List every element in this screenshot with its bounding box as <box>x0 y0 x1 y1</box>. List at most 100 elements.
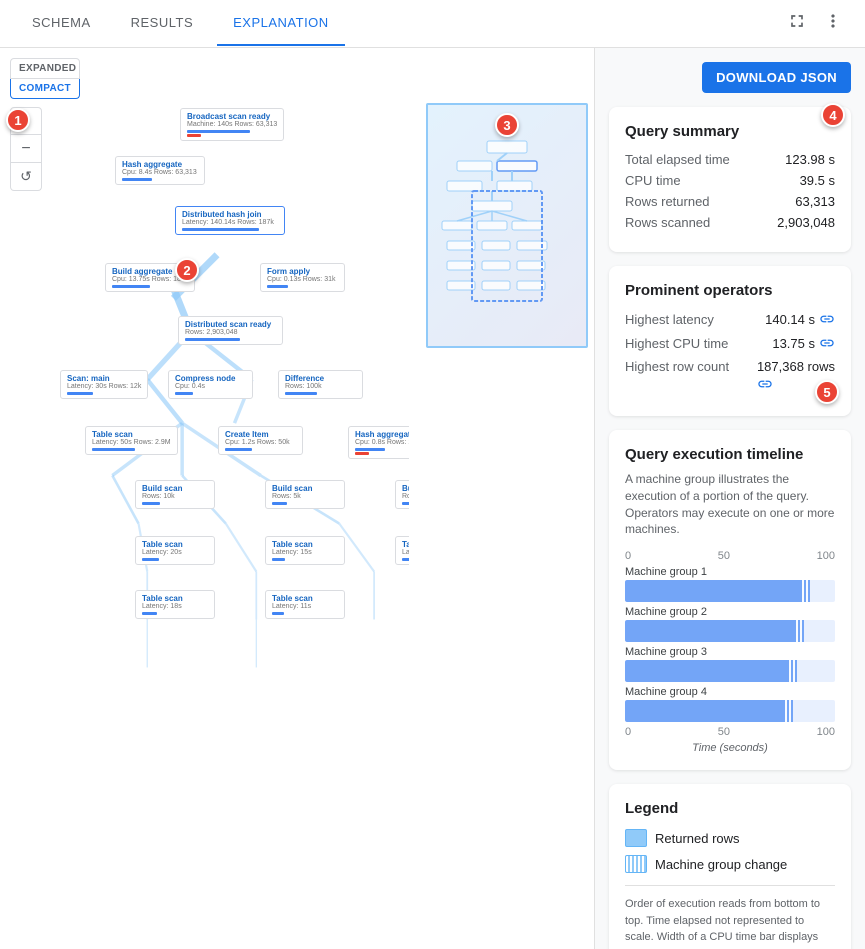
chart-axis-bottom: 0 50 100 <box>625 726 835 738</box>
tab-explanation[interactable]: EXPLANATION <box>217 1 345 46</box>
node-build-scan-2[interactable]: Build scan Rows: 5k <box>265 480 345 509</box>
node-table-scan-2[interactable]: Table scan Latency: 20s <box>135 536 215 565</box>
stat-label-3: Rows scanned <box>625 215 710 230</box>
chart-bar-label-1: Machine group 2 <box>625 606 835 618</box>
prominent-label-0: Highest latency <box>625 312 714 327</box>
annotation-4: 4 <box>821 103 845 127</box>
tabs-bar: SCHEMA RESULTS EXPLANATION <box>0 0 865 48</box>
node-dist-hash-join[interactable]: Distributed hash join Latency: 140.14s R… <box>175 206 285 235</box>
execution-timeline-title: Query execution timeline <box>625 446 835 463</box>
node-table-scan-3[interactable]: Table scan Latency: 15s <box>265 536 345 565</box>
prominent-row-2: Highest row count 187,368 rows <box>625 359 835 392</box>
stat-value-3: 2,903,048 <box>777 215 835 230</box>
prominent-row-1: Highest CPU time 13.75 s <box>625 335 835 351</box>
execution-timeline-desc: A machine group illustrates the executio… <box>625 471 835 538</box>
stat-row-2: Rows returned 63,313 <box>625 194 835 209</box>
chart-bar-fill-2 <box>625 660 797 682</box>
stat-label-1: CPU time <box>625 173 681 188</box>
node-build-scan-3[interactable]: Build scan Rows: 8k <box>395 480 409 509</box>
query-summary-card: Query summary Total elapsed time 123.98 … <box>609 107 851 252</box>
stat-value-2: 63,313 <box>795 194 835 209</box>
chart-bar-track-0 <box>625 580 835 602</box>
stat-label-2: Rows returned <box>625 194 710 209</box>
annotation-2: 2 <box>175 258 199 282</box>
main-content: 1 EXPANDED COMPACT + − ↺ 2 <box>0 48 865 949</box>
chart-bar-track-3 <box>625 700 835 722</box>
zoom-out-button[interactable]: − <box>10 135 42 163</box>
node-hash-agg-2[interactable]: Hash aggregate Cpu: 0.8s Rows: 187k <box>348 426 409 459</box>
legend-label-0: Returned rows <box>655 831 740 846</box>
chart-bar-row-2: Machine group 3 <box>625 646 835 682</box>
node-build-scan-1[interactable]: Build scan Rows: 10k <box>135 480 215 509</box>
legend-item-1: Machine group change <box>625 855 835 873</box>
node-table-scan-1[interactable]: Table scan Latency: 50s Rows: 2.9M <box>85 426 178 455</box>
execution-timeline-card: Query execution timeline A machine group… <box>609 430 851 770</box>
prominent-link-0[interactable] <box>819 311 835 327</box>
prominent-value-1: 13.75 s <box>772 335 835 351</box>
stat-value-0: 123.98 s <box>785 152 835 167</box>
node-broadcast-scan[interactable]: Broadcast scan ready Machine: 140s Rows:… <box>180 108 284 141</box>
node-form-apply[interactable]: Form apply Cpu: 0.13s Rows: 31k <box>260 263 345 292</box>
tab-schema[interactable]: SCHEMA <box>16 1 107 46</box>
annotation-1: 1 <box>6 108 30 132</box>
compact-toggle[interactable]: COMPACT <box>10 79 80 99</box>
chart-axis-top: 0 50 100 <box>625 550 835 562</box>
chart-bar-track-1 <box>625 620 835 642</box>
node-dist-scan-ready[interactable]: Distributed scan ready Rows: 2,903,048 <box>178 316 283 345</box>
view-toggle: EXPANDED COMPACT <box>10 58 80 99</box>
query-summary-title: Query summary <box>625 123 835 140</box>
node-compress[interactable]: Compress node Cpu: 0.4s <box>168 370 253 399</box>
prominent-label-1: Highest CPU time <box>625 336 728 351</box>
stat-label-0: Total elapsed time <box>625 152 730 167</box>
prominent-link-2[interactable] <box>757 376 773 392</box>
prominent-value-0: 140.14 s <box>765 311 835 327</box>
mini-map[interactable]: 3 <box>426 103 588 348</box>
diagram-canvas[interactable]: Broadcast scan ready Machine: 140s Rows:… <box>60 98 409 949</box>
prominent-operators-card: Prominent operators 5 Highest latency 14… <box>609 266 851 416</box>
chart-bar-label-0: Machine group 1 <box>625 566 835 578</box>
legend-swatch-stripe <box>625 855 647 873</box>
mini-map-content <box>428 105 586 346</box>
node-table-scan-5[interactable]: Table scan Latency: 18s <box>135 590 215 619</box>
chart-bar-row-3: Machine group 4 <box>625 686 835 722</box>
chart-bar-fill-1 <box>625 620 804 642</box>
more-button[interactable] <box>817 5 849 42</box>
annotation-5: 5 <box>815 380 839 404</box>
chart-bar-label-2: Machine group 3 <box>625 646 835 658</box>
chart-bar-fill-0 <box>625 580 810 602</box>
expanded-toggle[interactable]: EXPANDED <box>10 58 80 79</box>
node-table-scan-6[interactable]: Table scan Latency: 11s <box>265 590 345 619</box>
legend-item-0: Returned rows <box>625 829 835 847</box>
stat-row-0: Total elapsed time 123.98 s <box>625 152 835 167</box>
prominent-link-1[interactable] <box>819 335 835 351</box>
stat-value-1: 39.5 s <box>800 173 835 188</box>
chart-bar-row-0: Machine group 1 <box>625 566 835 602</box>
node-create-item[interactable]: Create Item Cpu: 1.2s Rows: 50k <box>218 426 303 455</box>
download-json-button[interactable]: DOWNLOAD JSON <box>702 62 851 93</box>
node-hash-agg-1[interactable]: Hash aggregate Cpu: 8.4s Rows: 63,313 <box>115 156 205 185</box>
prominent-row-0: Highest latency 140.14 s <box>625 311 835 327</box>
chart-bar-label-3: Machine group 4 <box>625 686 835 698</box>
node-table-scan-4[interactable]: Table scan Latency: 22s <box>395 536 409 565</box>
legend-label-1: Machine group change <box>655 857 787 872</box>
chart-bar-row-1: Machine group 2 <box>625 606 835 642</box>
prominent-operators-title: Prominent operators <box>625 282 835 299</box>
chart-bar-track-2 <box>625 660 835 682</box>
legend-note: Order of execution reads from bottom to … <box>625 885 835 949</box>
tab-results[interactable]: RESULTS <box>115 1 210 46</box>
stat-row-1: CPU time 39.5 s <box>625 173 835 188</box>
stat-row-3: Rows scanned 2,903,048 <box>625 215 835 230</box>
legend-swatch-solid <box>625 829 647 847</box>
node-scan-main[interactable]: Scan: main Latency: 30s Rows: 12k <box>60 370 148 399</box>
right-panel: DOWNLOAD JSON 4 Query summary Total elap… <box>595 48 865 949</box>
chart-bar-fill-3 <box>625 700 793 722</box>
zoom-reset-button[interactable]: ↺ <box>10 163 42 191</box>
legend-title: Legend <box>625 800 835 817</box>
chart-x-label: Time (seconds) <box>625 742 835 754</box>
left-panel: 1 EXPANDED COMPACT + − ↺ 2 <box>0 48 595 949</box>
annotation-3: 3 <box>495 113 519 137</box>
legend-card: Legend Returned rows Machine group chang… <box>609 784 851 949</box>
node-difference[interactable]: Difference Rows: 100k <box>278 370 363 399</box>
prominent-label-2: Highest row count <box>625 359 729 374</box>
fullscreen-button[interactable] <box>781 5 813 42</box>
